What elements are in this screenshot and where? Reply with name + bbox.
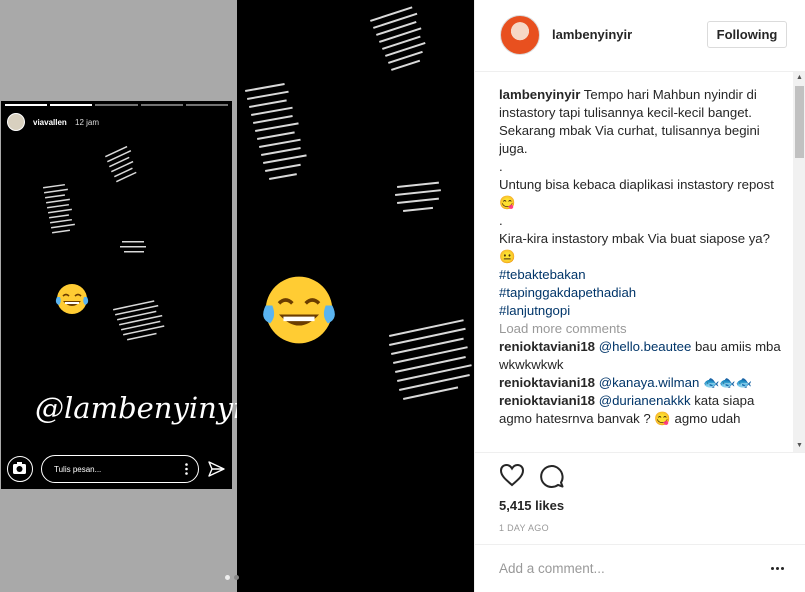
owner-username[interactable]: lambenyinyir bbox=[552, 27, 632, 42]
caption-line: . bbox=[499, 213, 503, 228]
caption-username[interactable]: lambenyinyir bbox=[499, 87, 580, 102]
caption: lambenyinyir Tempo hari Mahbun nyindir d… bbox=[499, 86, 789, 158]
comments-scrollbar[interactable]: ▲ ▼ bbox=[793, 72, 805, 452]
post-media[interactable]: viavallen 12 jam @lambenyinyir Tulis pes… bbox=[0, 0, 474, 592]
scroll-down-arrow-icon[interactable]: ▼ bbox=[793, 440, 805, 452]
post-sidebar: lambenyinyir Following lambenyinyir Temp… bbox=[474, 0, 805, 592]
hashtag-link[interactable]: #tebaktebakan bbox=[499, 266, 789, 284]
load-more-comments-link[interactable]: Load more comments bbox=[499, 320, 789, 338]
carousel-dot[interactable] bbox=[225, 575, 230, 580]
camera-icon bbox=[13, 462, 26, 474]
caption-line: Untung bisa kebaca diaplikasi instastory… bbox=[499, 177, 774, 210]
send-icon[interactable] bbox=[208, 461, 225, 477]
add-comment-bar: Add a comment... bbox=[475, 544, 805, 592]
comments-list: lambenyinyir Tempo hari Mahbun nyindir d… bbox=[499, 86, 789, 452]
scrollbar-thumb[interactable] bbox=[795, 86, 804, 158]
comment-username[interactable]: renioktaviani18 bbox=[499, 393, 595, 408]
story-screenshot: viavallen 12 jam @lambenyinyir Tulis pes… bbox=[1, 101, 256, 489]
carousel-dot[interactable] bbox=[234, 575, 239, 580]
likes-count[interactable]: 5,415 likes bbox=[499, 498, 564, 513]
following-button[interactable]: Following bbox=[707, 21, 787, 48]
owner-avatar[interactable] bbox=[500, 15, 540, 55]
camera-button[interactable] bbox=[7, 456, 33, 482]
story-handle-text: @lambenyinyir bbox=[35, 391, 257, 425]
add-comment-input[interactable]: Add a comment... bbox=[499, 561, 605, 576]
post-header: lambenyinyir Following bbox=[475, 0, 805, 72]
comment-username[interactable]: renioktaviani18 bbox=[499, 375, 595, 390]
story-reply-bar: Tulis pesan... bbox=[1, 453, 232, 485]
comment-mention[interactable]: @hello.beautee bbox=[599, 339, 692, 354]
comment-mention[interactable]: @kanaya.wilman bbox=[599, 375, 700, 390]
caption-line: . bbox=[499, 159, 503, 174]
laughing-emoji-icon bbox=[55, 284, 89, 314]
media-left-panel: viavallen 12 jam @lambenyinyir Tulis pes… bbox=[0, 0, 256, 592]
comment-text: 🐟🐟🐟 bbox=[699, 375, 753, 390]
comment-item: renioktaviani18 @kanaya.wilman 🐟🐟🐟 bbox=[499, 374, 789, 392]
heart-icon[interactable] bbox=[499, 463, 525, 487]
comment-icon[interactable] bbox=[539, 463, 564, 488]
comment-item: renioktaviani18 @hello.beautee bau amiis… bbox=[499, 338, 789, 374]
caption-line: Kira-kira instastory mbak Via buat siapo… bbox=[499, 231, 770, 264]
hashtag-link[interactable]: #lanjutngopi bbox=[499, 302, 789, 320]
hashtag-link[interactable]: #tapinggakdapethadiah bbox=[499, 284, 789, 302]
more-options-icon[interactable] bbox=[185, 463, 188, 475]
media-right-panel bbox=[237, 0, 474, 592]
comment-mention[interactable]: @durianenakkk bbox=[599, 393, 691, 408]
carousel-dots bbox=[225, 575, 239, 580]
story-message-input[interactable]: Tulis pesan... bbox=[41, 455, 199, 483]
laughing-emoji-large-icon bbox=[263, 276, 335, 344]
scroll-up-arrow-icon[interactable]: ▲ bbox=[793, 72, 805, 84]
story-tiny-text bbox=[43, 145, 165, 341]
post-actions: 5,415 likes 1 DAY AGO bbox=[475, 452, 805, 544]
more-options-icon[interactable] bbox=[771, 567, 784, 570]
comment-username[interactable]: renioktaviani18 bbox=[499, 339, 595, 354]
comment-item: renioktaviani18 @durianenakkk kata siapa… bbox=[499, 392, 789, 428]
post-timestamp[interactable]: 1 DAY AGO bbox=[499, 523, 549, 533]
